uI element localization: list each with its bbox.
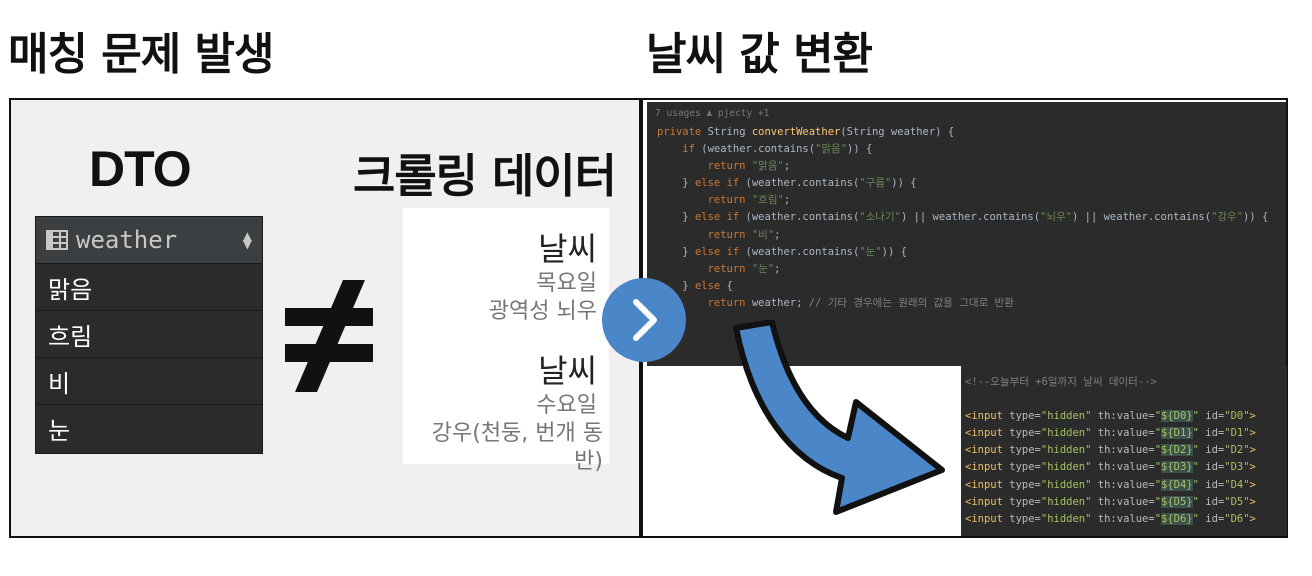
right-title: 날씨 값 변환: [646, 29, 873, 80]
input-line: <input type="hidden" th:value="${D3}" id…: [965, 461, 1256, 474]
weather-title: 날씨: [538, 230, 597, 268]
code-lines: private String convertWeather(String wea…: [657, 124, 1268, 312]
table-header[interactable]: weather ▲ ▼: [36, 217, 262, 264]
html-code-lines: <!--오늘부터 +6일까지 날씨 데이터--> <input type="hi…: [965, 374, 1256, 528]
dto-label: DTO: [89, 141, 192, 197]
input-line: <input type="hidden" th:value="${D5}" id…: [965, 495, 1256, 508]
matching-problem-panel: DTO 크롤링 데이터 weather ▲ ▼ 맑음 흐림 비 눈 날씨 목요일 …: [9, 98, 641, 538]
code-line: } else if (weather.contains("구름")) {: [657, 177, 917, 190]
dto-weather-table: weather ▲ ▼ 맑음 흐림 비 눈: [35, 216, 263, 454]
code-line: } else if (weather.contains("소나기") || we…: [657, 211, 1269, 224]
table-row: 흐림: [36, 311, 262, 358]
code-line: return "눈";: [707, 262, 781, 275]
table-row: 맑음: [36, 264, 262, 311]
weather-day: 수요일: [536, 393, 597, 418]
code-line: } else if (weather.contains("눈")) {: [657, 245, 907, 258]
code-line: if (weather.contains("맑음")) {: [682, 143, 873, 156]
code-line: private String convertWeather(String wea…: [657, 126, 955, 138]
input-lines: <input type="hidden" th:value="${D0}" id…: [965, 408, 1256, 528]
input-line: <input type="hidden" th:value="${D2}" id…: [965, 444, 1256, 457]
input-line: <input type="hidden" th:value="${D1}" id…: [965, 427, 1256, 440]
weather-title: 날씨: [538, 352, 597, 390]
html-comment: <!--오늘부터 +6일까지 날씨 데이터-->: [965, 376, 1157, 388]
code-line: return weather; // 기타 경우에는 원래의 값을 그대로 반환: [707, 296, 1014, 309]
weather-entry: 날씨 수요일 강우(천둥, 번개 동반): [403, 346, 603, 476]
code-line: } else {: [657, 279, 733, 292]
weather-desc: 광역성 뇌우: [488, 299, 597, 324]
not-equal-icon: [285, 280, 373, 392]
crawl-data-label: 크롤링 데이터: [353, 149, 617, 203]
table-row: 비: [36, 358, 262, 405]
weather-desc: 강우(천둥, 번개 동반): [431, 421, 603, 474]
curved-arrow-icon: [733, 320, 945, 515]
chevron-right-icon: [633, 299, 657, 341]
next-button[interactable]: [602, 278, 686, 362]
input-line: <input type="hidden" th:value="${D6}" id…: [965, 512, 1256, 525]
code-line: return "흐림";: [707, 194, 791, 207]
table-row: 눈: [48, 416, 71, 445]
table-icon: [46, 230, 68, 250]
crawled-weather-card: 날씨 목요일 광역성 뇌우 날씨 수요일 강우(천둥, 번개 동반): [403, 208, 609, 474]
code-line: return "맑음";: [707, 160, 791, 173]
html-code-editor[interactable]: <!--오늘부터 +6일까지 날씨 데이터--> <input type="hi…: [961, 366, 1287, 536]
column-name: weather: [76, 226, 178, 254]
weather-day: 목요일: [536, 271, 597, 296]
input-line: <input type="hidden" th:value="${D4}" id…: [965, 478, 1256, 491]
weather-entry: 날씨 목요일 광역성 뇌우: [489, 224, 597, 326]
code-line: return "비";: [707, 228, 781, 241]
left-title: 매칭 문제 발생: [8, 29, 275, 80]
usages-hint[interactable]: 7 usages ♟ pjecty +1: [655, 108, 769, 119]
sort-icon[interactable]: ▲ ▼: [243, 230, 252, 250]
input-line: <input type="hidden" th:value="${D0}" id…: [965, 410, 1256, 423]
